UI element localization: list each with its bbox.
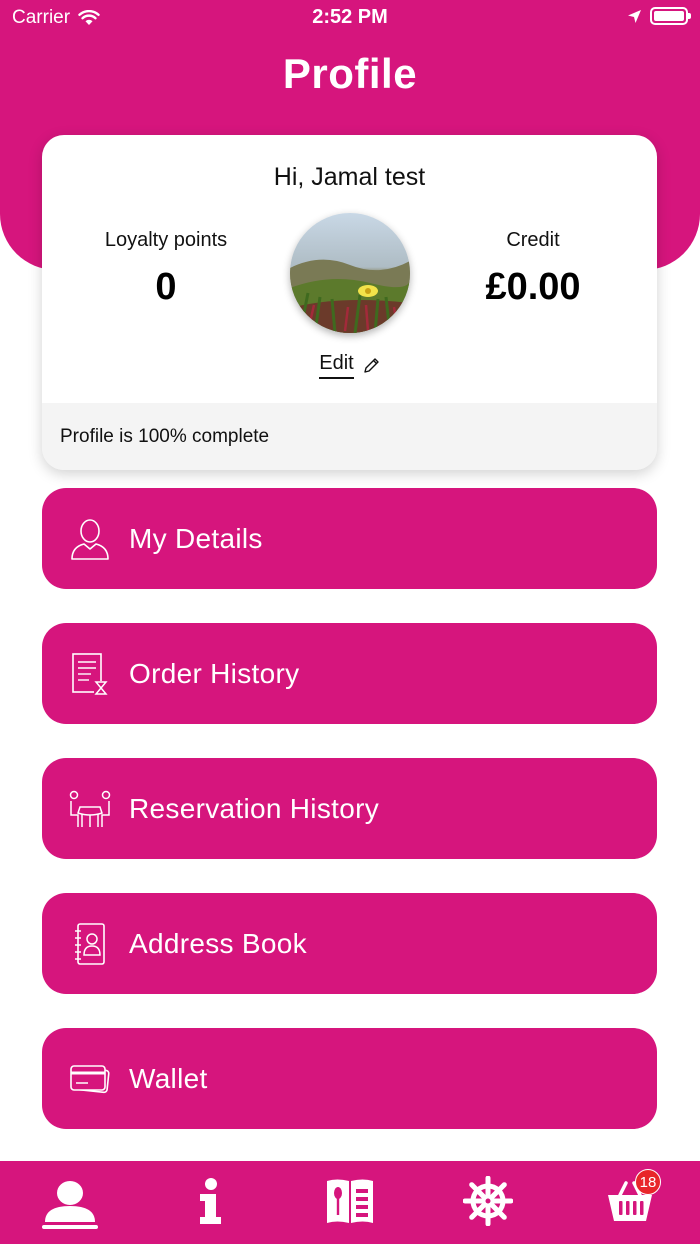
- order-history-label: Order History: [129, 657, 300, 689]
- loyalty-points: Loyalty points 0: [66, 229, 266, 309]
- avatar[interactable]: [290, 213, 410, 333]
- reservation-history-label: Reservation History: [129, 792, 380, 824]
- active-tab-indicator: [42, 1225, 98, 1229]
- profile-card: Hi, Jamal test Loyalty points 0 Credit £…: [42, 135, 657, 470]
- loyalty-points-value: 0: [155, 266, 177, 308]
- basket-count-badge: 18: [635, 1169, 661, 1195]
- reservation-icon: [68, 787, 112, 831]
- wallet-label: Wallet: [129, 1062, 208, 1094]
- tab-bar: 18: [0, 1161, 700, 1244]
- menu-book-icon: [327, 1179, 373, 1223]
- tab-profile[interactable]: [35, 1171, 105, 1231]
- status-bar: Carrier 2:52 PM: [0, 0, 700, 36]
- wallet-icon: [68, 1057, 112, 1101]
- reservation-history-button[interactable]: Reservation History: [42, 758, 657, 859]
- address-book-button[interactable]: Address Book: [42, 893, 657, 994]
- profile-completion: Profile is 100% complete: [42, 403, 657, 470]
- tab-menu[interactable]: [315, 1171, 385, 1231]
- credit-label: Credit: [506, 229, 560, 251]
- info-icon: [200, 1178, 221, 1224]
- battery-icon: [650, 7, 691, 25]
- avatar-photo: [290, 213, 410, 333]
- edit-row: Edit: [42, 352, 657, 379]
- tab-settings[interactable]: [453, 1171, 523, 1231]
- order-history-icon: [68, 652, 112, 696]
- status-time: 2:52 PM: [312, 6, 388, 28]
- location-arrow-icon: [628, 9, 641, 23]
- pencil-icon[interactable]: [362, 357, 380, 375]
- wallet-button[interactable]: Wallet: [42, 1028, 657, 1129]
- tab-basket[interactable]: 18: [595, 1169, 665, 1231]
- person-icon: [68, 517, 112, 561]
- address-book-label: Address Book: [129, 927, 307, 959]
- credit: Credit £0.00: [433, 229, 633, 309]
- page-title: Profile: [282, 50, 418, 97]
- profile-tab-icon: [45, 1181, 95, 1222]
- credit-value: £0.00: [485, 266, 581, 308]
- my-details-button[interactable]: My Details: [42, 488, 657, 589]
- loyalty-points-label: Loyalty points: [104, 229, 228, 251]
- status-right: [627, 7, 691, 25]
- my-details-label: My Details: [129, 522, 263, 554]
- address-book-icon: [68, 922, 112, 966]
- tab-info[interactable]: [175, 1171, 245, 1231]
- ship-wheel-icon: [463, 1176, 513, 1226]
- order-history-button[interactable]: Order History: [42, 623, 657, 724]
- edit-profile-link[interactable]: Edit: [319, 352, 354, 379]
- greeting: Hi, Jamal test: [273, 163, 426, 191]
